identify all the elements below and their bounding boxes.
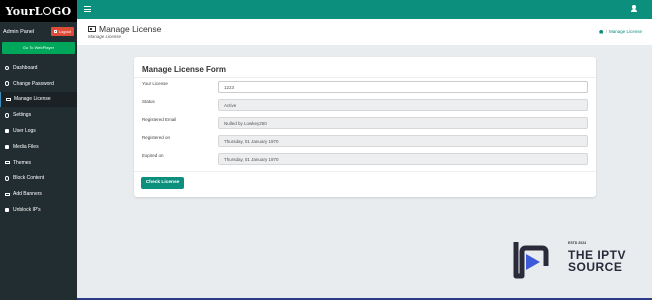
sidebar-item-settings[interactable]: Settings	[0, 107, 77, 123]
film-icon	[4, 191, 10, 197]
sidebar-item-themes[interactable]: Themes	[0, 155, 77, 171]
id-card-icon	[5, 96, 11, 102]
breadcrumb-current: Manage License	[608, 29, 642, 34]
page-header: Manage License Manage License / Manage L…	[77, 19, 652, 45]
form-row-status: Status	[142, 99, 588, 111]
sidebar-item-change-password[interactable]: Change Password	[0, 76, 77, 92]
sidebar-item-media-files[interactable]: Media Files	[0, 139, 77, 155]
sidebar-item-label: Themes	[13, 159, 32, 166]
watermark-title-2: SOURCE	[568, 260, 623, 274]
sidebar-item-label: Settings	[13, 112, 32, 119]
form-row-license: Your License	[142, 81, 588, 93]
image-icon	[4, 160, 10, 166]
sidebar-item-label: Block Content	[13, 175, 45, 182]
menu-toggle-icon[interactable]	[84, 6, 91, 12]
sidebar-item-user-logs[interactable]: User Logs	[0, 123, 77, 139]
license-input[interactable]	[218, 81, 588, 93]
expired-label: Expired on	[142, 153, 164, 158]
watermark: ESTD 2024 THE IPTV SOURCE	[512, 236, 642, 288]
sidebar-item-block-content[interactable]: Block Content	[0, 171, 77, 187]
email-field	[218, 117, 588, 129]
sidebar-item-add-banners[interactable]: Add Banners	[0, 186, 77, 202]
sidebar-item-manage-license[interactable]: Manage License	[0, 91, 77, 108]
unlock-icon	[4, 207, 10, 213]
dashboard-icon	[4, 65, 10, 71]
logout-label: Logout	[58, 29, 71, 34]
sidebar-nav: Dashboard Change Password Manage License…	[0, 60, 77, 218]
user-icon[interactable]	[631, 5, 637, 13]
form-row-expired: Expired on	[142, 153, 588, 165]
sidebar-item-label: Media Files	[13, 143, 39, 150]
id-card-icon	[88, 26, 96, 32]
home-icon[interactable]	[598, 29, 604, 34]
registered-label: Registered on	[142, 135, 171, 140]
sidebar-item-label: User Logs	[13, 128, 36, 135]
breadcrumb: / Manage License	[598, 29, 642, 34]
license-form-card: Manage License Form Your License Status …	[134, 57, 596, 197]
form-row-email: Registered Email	[142, 117, 588, 129]
go-to-webplayer-button[interactable]: Go To WebPlayer	[2, 42, 75, 54]
logo-text: YourL GO	[5, 4, 72, 18]
sidebar-item-label: Manage License	[14, 96, 51, 103]
email-label: Registered Email	[142, 117, 177, 122]
card-divider	[134, 77, 596, 78]
breadcrumb-separator: /	[605, 29, 607, 34]
media-icon	[4, 144, 10, 150]
card-divider	[134, 171, 596, 172]
page-title: Manage License	[88, 24, 161, 34]
form-title: Manage License Form	[142, 65, 227, 74]
sidebar-item-label: Dashboard	[13, 64, 38, 71]
sidebar-item-label: Add Banners	[13, 191, 42, 198]
play-logo-icon	[513, 242, 549, 279]
admin-row: Admin Panel Logout	[0, 23, 77, 40]
logo[interactable]: YourL GO	[0, 0, 77, 22]
status-field	[218, 99, 588, 111]
watermark-since: ESTD 2024	[568, 241, 587, 245]
sidebar: YourL GO Admin Panel Logout Go To WebPlay…	[0, 0, 77, 300]
page-subtitle: Manage License	[88, 34, 122, 39]
admin-panel-label: Admin Panel	[3, 28, 35, 35]
license-label: Your License	[142, 81, 168, 86]
sidebar-item-label: Unblock IP's	[13, 207, 41, 214]
form-row-registered: Registered on	[142, 135, 588, 147]
registered-field	[218, 135, 588, 147]
check-license-button[interactable]: Check License	[141, 177, 184, 189]
page-title-text: Manage License	[99, 24, 162, 34]
logout-button[interactable]: Logout	[51, 27, 74, 36]
gear-icon	[4, 112, 10, 118]
users-icon	[4, 128, 10, 134]
status-label: Status	[142, 99, 155, 104]
sidebar-item-label: Change Password	[13, 80, 54, 87]
sidebar-item-unblock-ips[interactable]: Unblock IP's	[0, 202, 77, 218]
logout-icon	[54, 30, 58, 33]
sidebar-item-dashboard[interactable]: Dashboard	[0, 60, 77, 76]
top-navbar	[77, 0, 652, 19]
expired-field	[218, 153, 588, 165]
block-icon	[4, 175, 10, 181]
key-icon	[4, 81, 10, 87]
